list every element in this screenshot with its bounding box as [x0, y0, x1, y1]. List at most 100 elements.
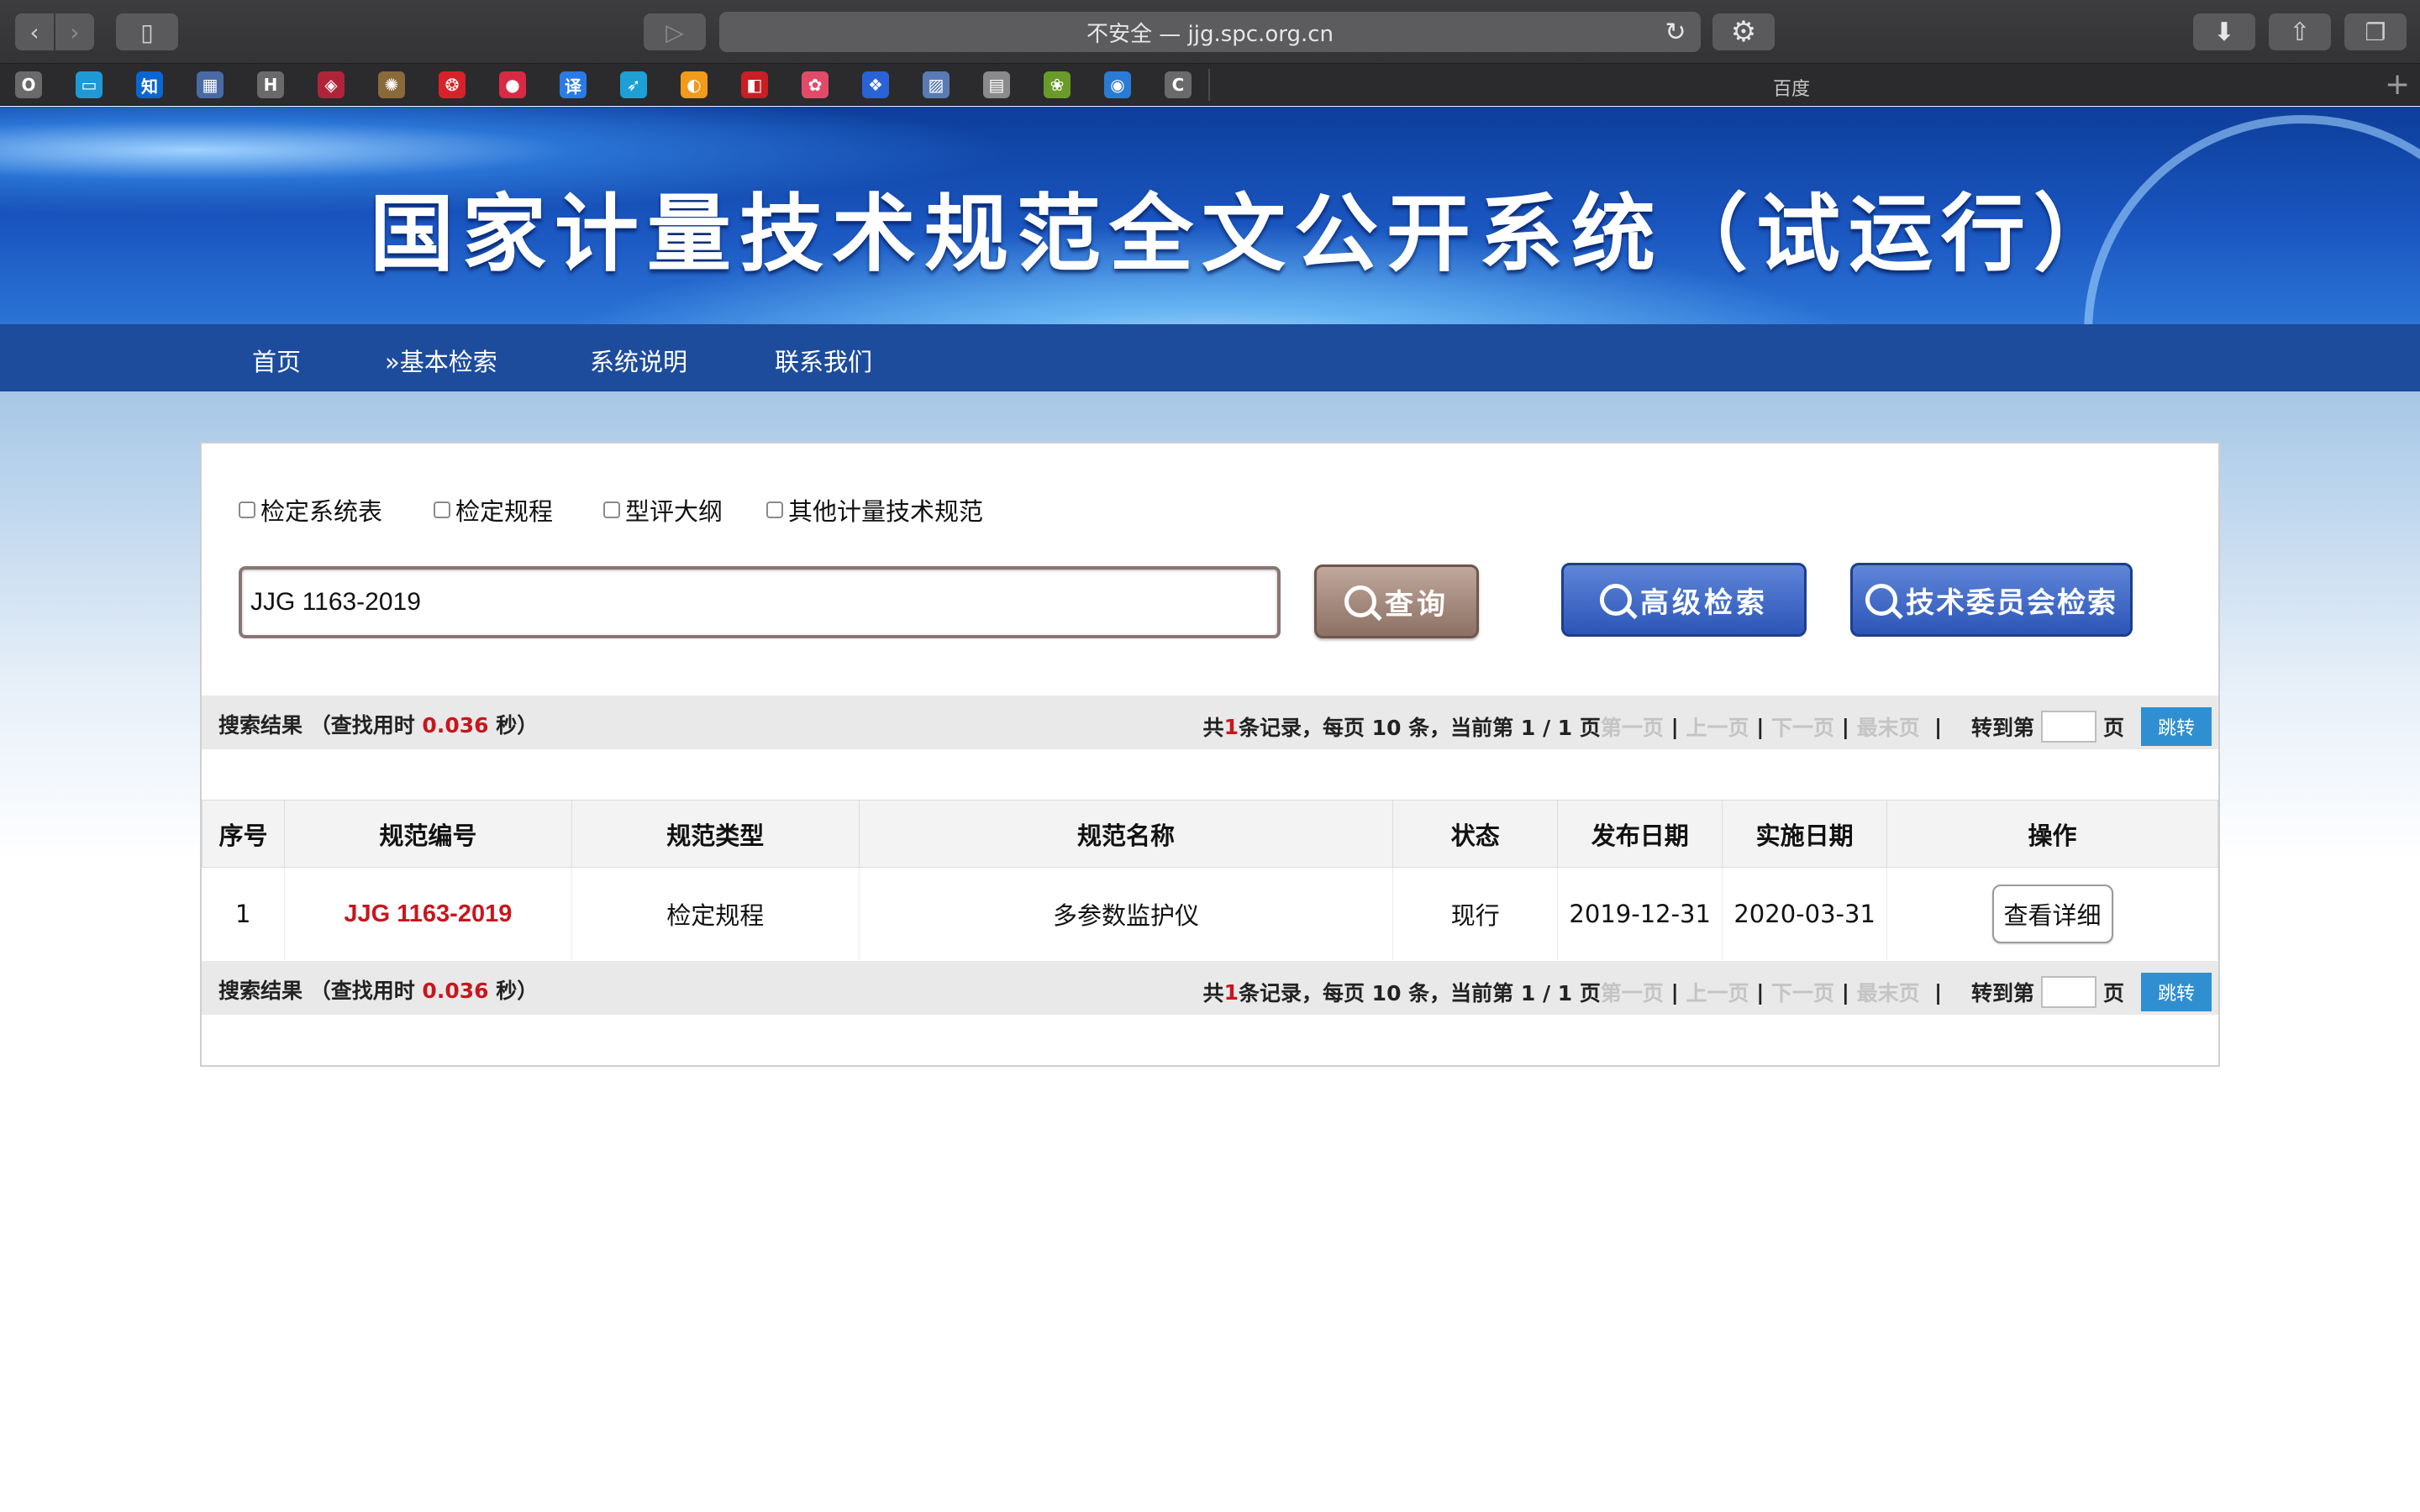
- query-button-label: 查询: [1385, 587, 1449, 622]
- prev-page-link[interactable]: 上一页: [1686, 711, 1749, 742]
- paw-icon[interactable]: ❖: [862, 71, 889, 98]
- red-circle-icon[interactable]: ●: [499, 71, 526, 98]
- publish-date: 2019-12-31: [1557, 867, 1723, 960]
- blue-circle-icon[interactable]: ◉: [1104, 71, 1131, 98]
- filter-label: 检定规程: [455, 497, 554, 526]
- committee-search-button[interactable]: 技术委员会检索: [1850, 563, 2133, 637]
- reload-icon[interactable]: ↻: [1660, 17, 1691, 47]
- goto-prefix: 转到第: [1970, 716, 2034, 740]
- tv-icon[interactable]: ▭: [76, 71, 103, 98]
- col-index-header: 序号: [202, 800, 285, 868]
- view-detail-button[interactable]: 查看详细: [1991, 884, 2113, 943]
- main-nav: 首页 »基本检索 系统说明 联系我们: [0, 324, 2420, 391]
- favorites-divider: [1208, 69, 1210, 101]
- sidebar-icon[interactable]: ▯: [116, 13, 178, 50]
- tabs-overview-icon[interactable]: ❐: [2344, 13, 2407, 50]
- new-tab-icon[interactable]: +: [2385, 67, 2410, 102]
- pager-controls: 共1 条记录，每页 10 条，当前第 1 / 1 页 第一页 | 上一页 | 下…: [1203, 707, 2212, 746]
- translate-icon[interactable]: 译: [560, 71, 587, 98]
- col-type-header: 规范类型: [571, 800, 860, 868]
- badge-icon[interactable]: ◈: [318, 71, 345, 98]
- page-number-input[interactable]: [2040, 711, 2096, 743]
- page-number-input[interactable]: [2040, 976, 2096, 1008]
- total-suffix: 条记录，每页 10 条，当前第 1 / 1 页: [1238, 981, 1601, 1005]
- flower-icon[interactable]: ✿: [802, 71, 829, 98]
- filter-type-evaluation[interactable]: 型评大纲: [603, 492, 723, 528]
- spec-type: 检定规程: [571, 867, 860, 960]
- checkbox-icon[interactable]: [603, 501, 620, 518]
- nav-system-info[interactable]: 系统说明: [590, 343, 687, 378]
- elapsed-time: 0.036: [422, 979, 489, 1003]
- search-icon: [1344, 585, 1376, 617]
- filter-label: 型评大纲: [625, 497, 723, 526]
- nav-basic-search[interactable]: »基本检索: [385, 343, 497, 378]
- site-banner: 国家计量技术规范全文公开系统（试运行）: [0, 107, 2420, 324]
- back-icon[interactable]: ‹: [15, 13, 54, 50]
- orange-circle-icon[interactable]: ◐: [681, 71, 708, 98]
- search-icon: [1600, 584, 1632, 616]
- search-panel: 检定系统表 检定规程 型评大纲 其他计量技术规范 JJG 1163-2019 查…: [200, 442, 2220, 1067]
- green-icon[interactable]: ❀: [1044, 71, 1071, 98]
- pager-controls: 共1 条记录，每页 10 条，当前第 1 / 1 页 第一页 | 上一页 | 下…: [1203, 973, 2212, 1011]
- share-icon[interactable]: ⇧: [2269, 13, 2331, 50]
- filter-verification-regulation[interactable]: 检定规程: [434, 492, 553, 528]
- first-page-link[interactable]: 第一页: [1601, 977, 1664, 1007]
- prev-page-link[interactable]: 上一页: [1686, 977, 1749, 1007]
- forward-icon[interactable]: ›: [55, 13, 94, 50]
- next-page-link[interactable]: 下一页: [1771, 977, 1834, 1007]
- last-page-link[interactable]: 最末页: [1857, 711, 1920, 742]
- col-code-header: 规范编号: [283, 800, 572, 868]
- col-name-header: 规范名称: [858, 800, 1394, 868]
- total-count: 1: [1223, 714, 1239, 739]
- checkbox-icon[interactable]: [766, 501, 783, 518]
- emblem-icon[interactable]: ✺: [378, 71, 405, 98]
- goto-suffix: 页: [2102, 981, 2124, 1005]
- address-bar[interactable]: 不安全 — jjg.spc.org.cn ↻: [719, 12, 1701, 52]
- filter-other-specs[interactable]: 其他计量技术规范: [766, 492, 983, 528]
- bird-icon[interactable]: ➶: [620, 71, 647, 98]
- checkbox-icon[interactable]: [239, 501, 255, 518]
- building-icon[interactable]: ▦: [197, 71, 224, 98]
- search-icon: [1865, 584, 1897, 616]
- row-index: 1: [202, 867, 285, 960]
- results-table: 序号 规范编号 规范类型 规范名称 状态 发布日期 实施日期 操作 1 JJG …: [202, 800, 2218, 960]
- search-input[interactable]: JJG 1163-2019: [239, 566, 1281, 638]
- nav-contact[interactable]: 联系我们: [775, 343, 872, 378]
- nav-home[interactable]: 首页: [252, 343, 301, 378]
- national-emblem-icon[interactable]: ❂: [439, 71, 466, 98]
- red-square-icon[interactable]: ◧: [741, 71, 768, 98]
- c-icon[interactable]: C: [1165, 71, 1192, 98]
- jump-button[interactable]: 跳转: [2141, 973, 2212, 1011]
- total-suffix: 条记录，每页 10 条，当前第 1 / 1 页: [1238, 716, 1601, 740]
- effective-date: 2020-03-31: [1722, 867, 1888, 960]
- download-icon[interactable]: ⬇: [2193, 13, 2255, 50]
- query-button[interactable]: 查询: [1314, 564, 1479, 638]
- document-icon[interactable]: ▤: [983, 71, 1010, 98]
- filter-verification-system[interactable]: 检定系统表: [239, 492, 382, 528]
- reader-icon[interactable]: ▷: [644, 13, 706, 50]
- next-page-link[interactable]: 下一页: [1771, 711, 1834, 742]
- image-icon[interactable]: ▨: [923, 71, 950, 98]
- pager-top: 搜索结果 （查找用时 0.036 秒） 共1 条记录，每页 10 条，当前第 1…: [202, 696, 2218, 749]
- col-publish-header: 发布日期: [1557, 800, 1723, 868]
- favorite-baidu[interactable]: 百度: [1773, 74, 1815, 101]
- total-prefix: 共: [1202, 981, 1224, 1005]
- search-result-info: 搜索结果 （查找用时 0.036 秒）: [218, 974, 538, 1005]
- zhihu-icon[interactable]: 知: [136, 71, 163, 98]
- col-action-header: 操作: [1886, 800, 2218, 868]
- checkbox-icon[interactable]: [434, 501, 450, 518]
- table-header-row: 序号 规范编号 规范类型 规范名称 状态 发布日期 实施日期 操作: [202, 800, 2218, 868]
- o-icon[interactable]: O: [15, 71, 42, 98]
- elapsed-time: 0.036: [422, 713, 489, 738]
- h-icon[interactable]: H: [257, 71, 284, 98]
- last-page-link[interactable]: 最末页: [1857, 977, 1920, 1007]
- results-suffix: 秒）: [488, 979, 539, 1003]
- advanced-search-button[interactable]: 高级检索: [1561, 563, 1807, 637]
- spec-code-link[interactable]: JJG 1163-2019: [344, 900, 512, 927]
- gear-icon[interactable]: ⚙: [1712, 13, 1775, 50]
- col-effective-header: 实施日期: [1722, 800, 1888, 868]
- spec-name: 多参数监护仪: [859, 867, 1394, 960]
- results-prefix: 搜索结果 （查找用时: [218, 979, 423, 1003]
- jump-button[interactable]: 跳转: [2141, 707, 2212, 746]
- first-page-link[interactable]: 第一页: [1601, 711, 1664, 742]
